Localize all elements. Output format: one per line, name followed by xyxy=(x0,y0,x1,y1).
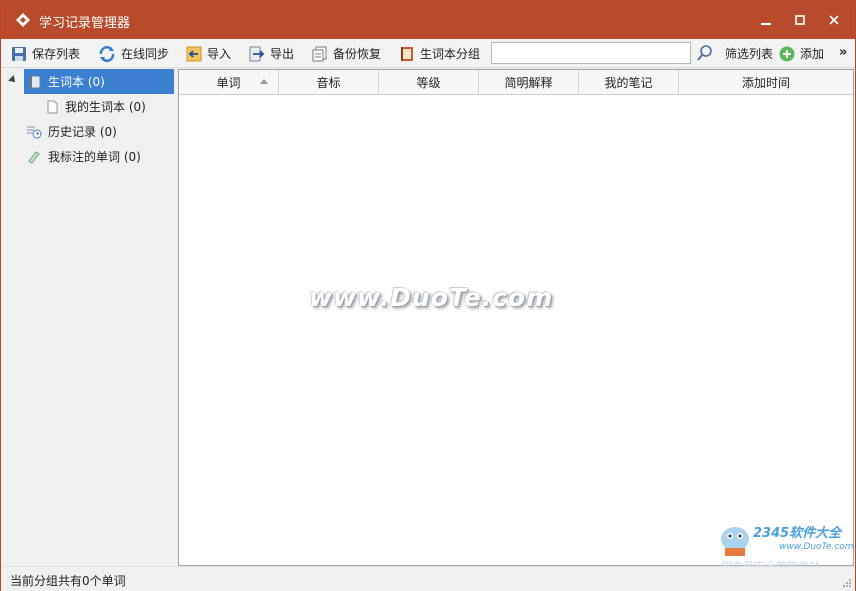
backup-restore-button[interactable]: 备份恢复 xyxy=(312,39,381,68)
close-button[interactable] xyxy=(817,1,851,39)
tree-item-label: 历史记录 (0) xyxy=(48,125,117,139)
export-icon xyxy=(249,46,265,61)
watermark-text: www.DuoTe.com xyxy=(309,283,554,312)
import-label: 导入 xyxy=(207,47,232,61)
tree-item-marked-words[interactable]: 我标注的单词 (0) xyxy=(26,144,175,169)
column-header-definition[interactable]: 简明解释 xyxy=(479,70,579,94)
tree-item-label: 我的生词本 (0) xyxy=(65,100,146,114)
toolbar: 保存列表 在线同步 导入 导出 备份恢复 生词本分组 筛选列表 添加 » xyxy=(1,39,855,68)
sidebar-tree: 生词本 (0) 我的生词本 (0) 历史记录 (0) 我标注的单词 (0) xyxy=(1,68,175,566)
minimize-button[interactable] xyxy=(749,1,783,39)
filter-list-button[interactable]: 筛选列表 xyxy=(725,39,773,68)
tree-item-history[interactable]: 历史记录 (0) xyxy=(26,119,175,144)
add-button[interactable]: 添加 xyxy=(779,39,824,68)
corner-logo-url: www.DuoTe.com xyxy=(779,542,854,552)
history-icon xyxy=(27,126,42,138)
tree-item-my-notebook[interactable]: 我的生词本 (0) xyxy=(45,94,175,119)
app-window: 学习记录管理器 保存列表 在线同步 导入 导出 备份恢复 生词本分组 筛选列表 … xyxy=(0,0,856,591)
search-icon xyxy=(697,45,712,61)
online-sync-label: 在线同步 xyxy=(121,47,170,61)
notebook-group-label: 生词本分组 xyxy=(420,47,481,61)
tag-icon xyxy=(28,150,40,164)
title-bar[interactable]: 学习记录管理器 xyxy=(1,1,855,39)
column-header-notes[interactable]: 我的笔记 xyxy=(579,70,679,94)
tree-item-label: 我标注的单词 (0) xyxy=(48,150,141,164)
maximize-button[interactable] xyxy=(783,1,817,39)
tree-item-label: 生词本 (0) xyxy=(48,75,105,89)
add-icon xyxy=(779,46,795,61)
add-label: 添加 xyxy=(800,47,825,61)
notebook-icon xyxy=(29,75,41,88)
tree-expand-arrow-icon[interactable] xyxy=(8,75,18,85)
backup-icon xyxy=(312,46,327,61)
save-list-label: 保存列表 xyxy=(32,47,81,61)
export-label: 导出 xyxy=(270,47,295,61)
import-button[interactable]: 导入 xyxy=(186,39,231,68)
status-bar: 当前分组共有0个单词 xyxy=(1,566,855,591)
app-logo-icon xyxy=(15,12,31,28)
search-button[interactable] xyxy=(696,44,714,62)
export-button[interactable]: 导出 xyxy=(249,39,294,68)
backup-restore-label: 备份恢复 xyxy=(333,47,382,61)
window-title: 学习记录管理器 xyxy=(39,16,131,31)
corner-logo-brand: 2345软件大全 xyxy=(753,525,843,541)
column-header-word[interactable]: 单词 xyxy=(179,70,279,94)
save-list-button[interactable]: 保存列表 xyxy=(11,39,80,68)
close-icon xyxy=(829,15,839,25)
search-input[interactable] xyxy=(491,42,691,64)
maximize-icon xyxy=(795,15,805,25)
column-header-phonetic[interactable]: 音标 xyxy=(279,70,379,94)
notebook-group-icon xyxy=(401,46,413,61)
status-text: 当前分组共有0个单词 xyxy=(10,574,126,588)
column-header-added-time[interactable]: 添加时间 xyxy=(679,70,853,94)
online-sync-button[interactable]: 在线同步 xyxy=(98,39,169,68)
document-icon xyxy=(47,100,58,113)
floppy-disk-icon xyxy=(12,46,26,61)
minimize-icon xyxy=(761,23,771,25)
toolbar-overflow-button[interactable]: » xyxy=(839,45,847,60)
column-header-level[interactable]: 等级 xyxy=(379,70,479,94)
sync-icon xyxy=(99,45,115,62)
import-icon xyxy=(186,46,202,61)
word-list-table[interactable]: 单词 音标 等级 简明解释 我的笔记 添加时间 xyxy=(178,69,854,566)
resize-grip-icon[interactable] xyxy=(842,578,852,588)
filter-list-label: 筛选列表 xyxy=(725,47,774,61)
sort-ascending-icon xyxy=(260,79,268,84)
notebook-group-button[interactable]: 生词本分组 xyxy=(399,39,480,68)
tree-item-vocab-notebook[interactable]: 生词本 (0) xyxy=(24,69,174,94)
table-header: 单词 音标 等级 简明解释 我的笔记 添加时间 xyxy=(179,70,853,95)
